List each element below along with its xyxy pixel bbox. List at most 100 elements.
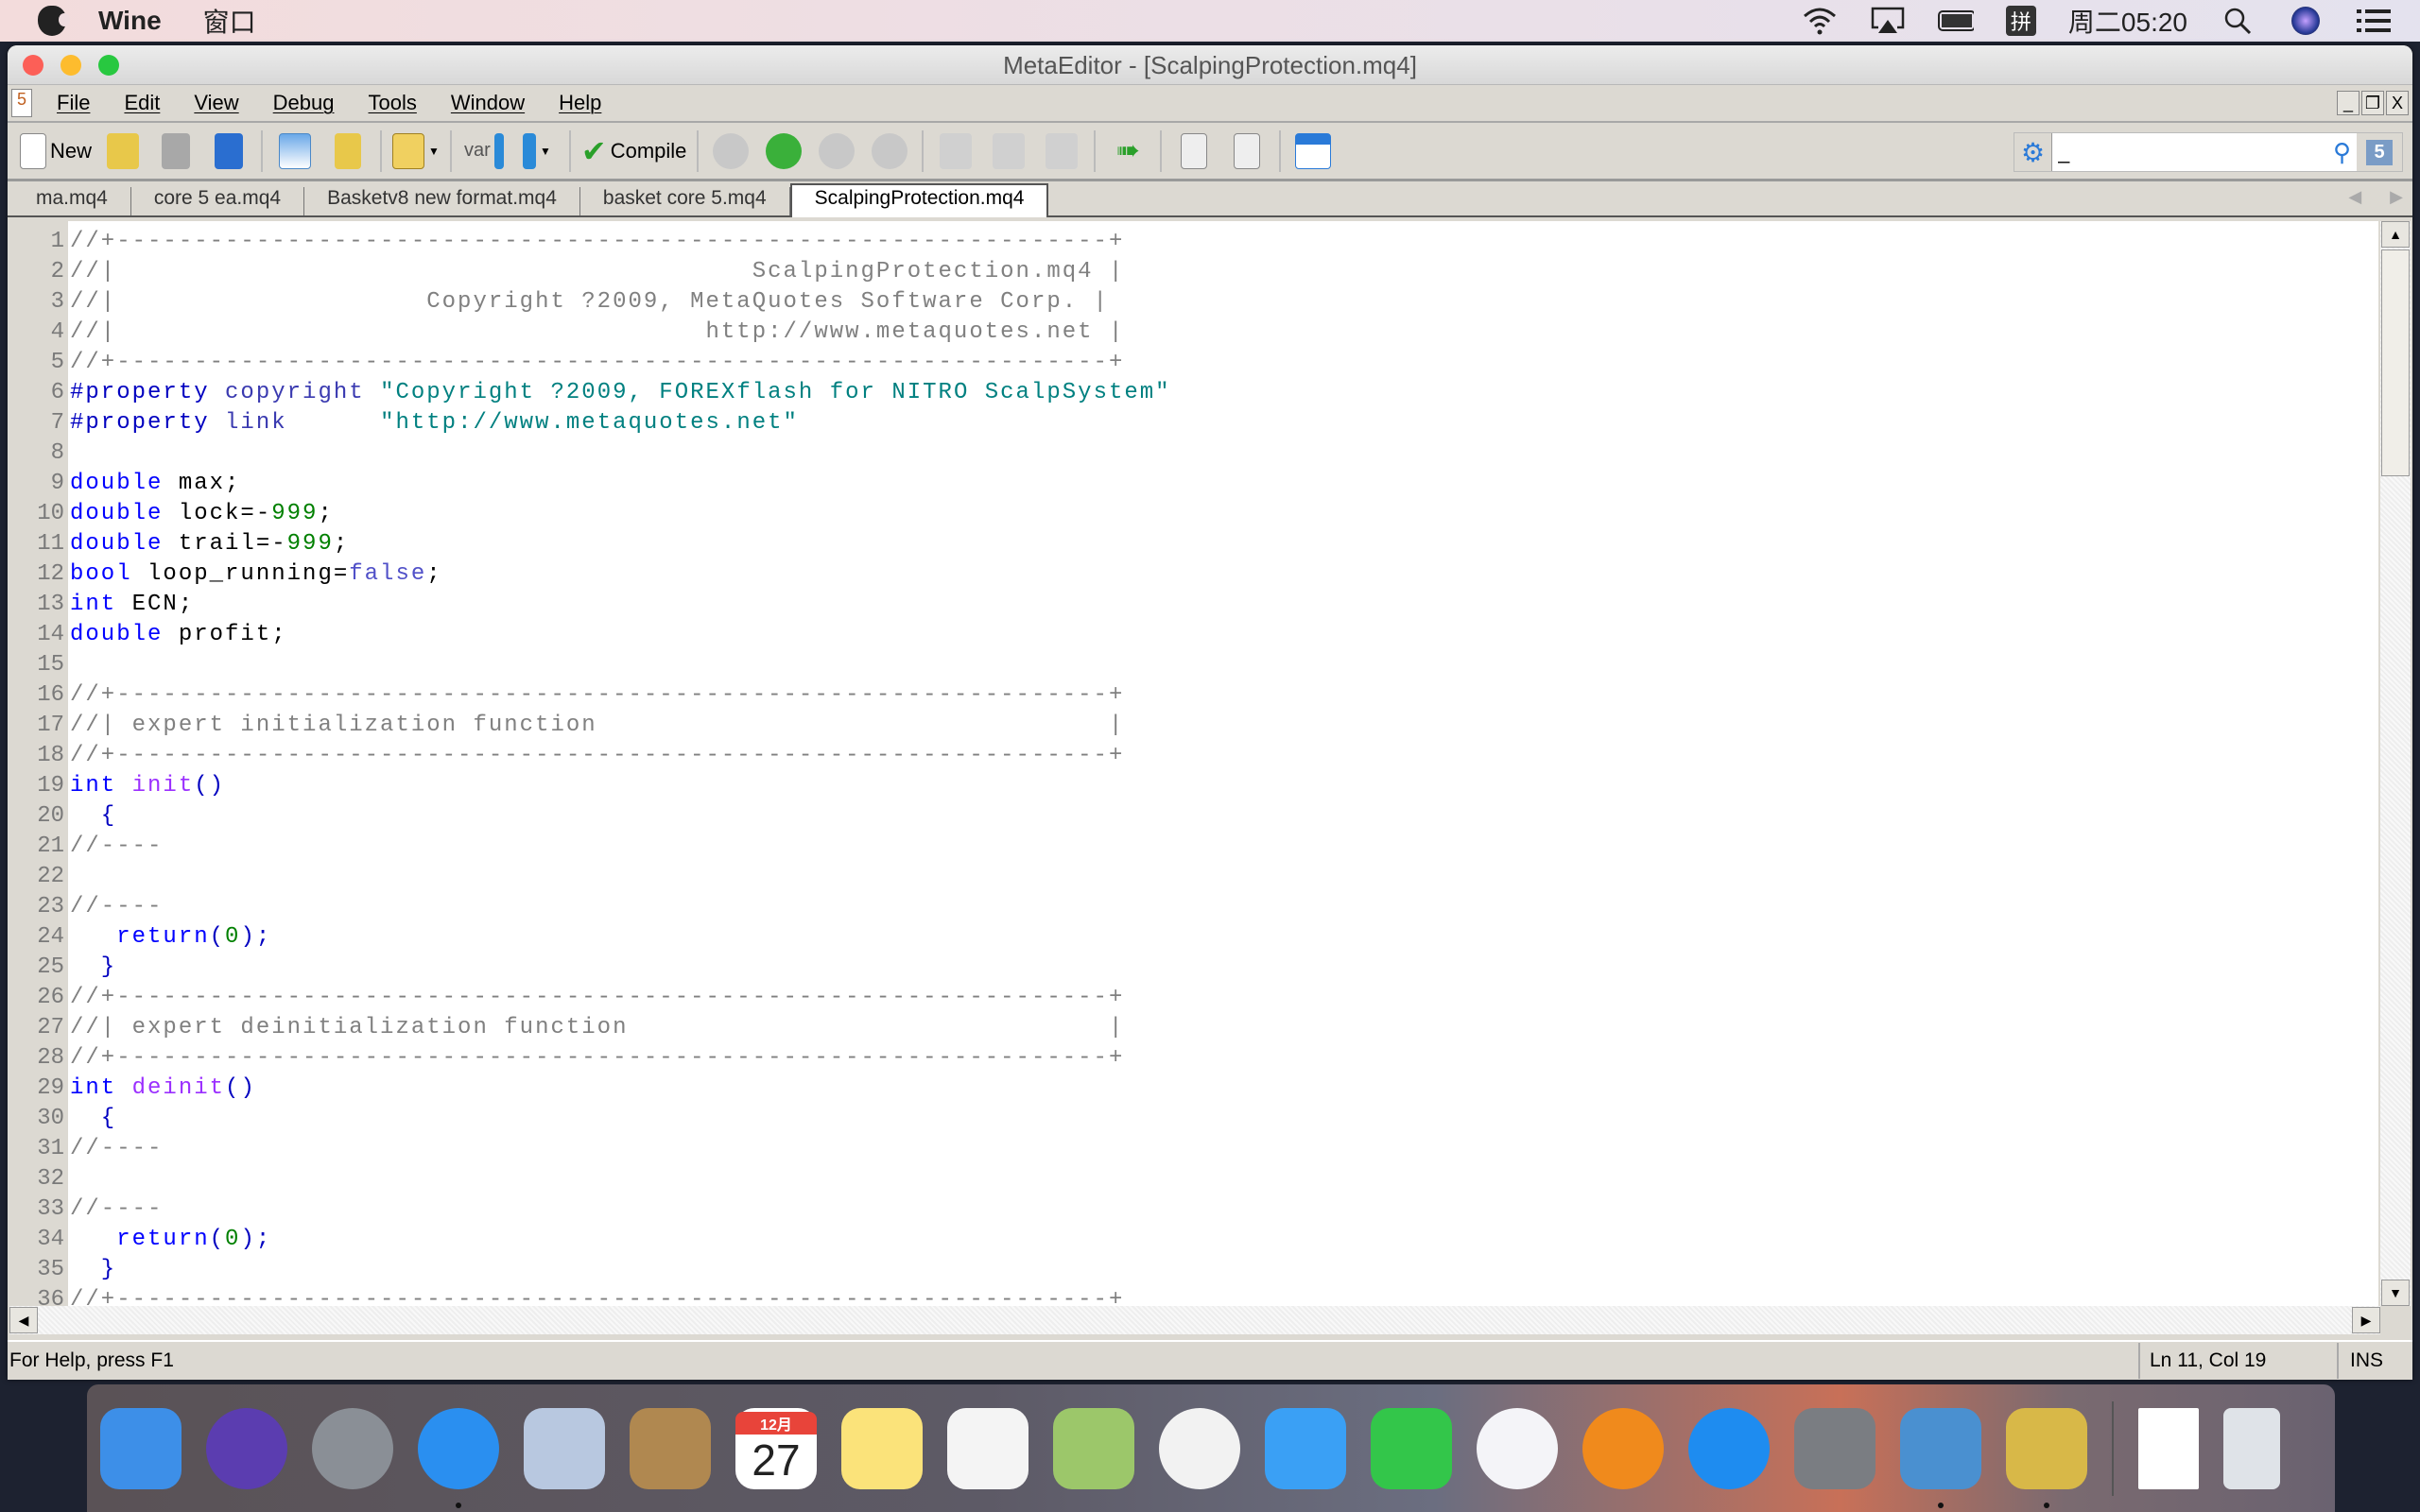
code-line[interactable]: 31//----: [9, 1134, 1171, 1164]
code-line[interactable]: 25 }: [9, 953, 1171, 983]
mql5-badge[interactable]: 5: [2357, 133, 2402, 171]
menu-view[interactable]: View: [177, 91, 255, 115]
code-line[interactable]: 3//| Copyright ?2009, MetaQuotes Softwar…: [9, 287, 1171, 318]
code-line[interactable]: 24 return(0);: [9, 922, 1171, 953]
find-in-files-button[interactable]: [1225, 129, 1269, 173]
insert-function-button[interactable]: ▼: [515, 129, 559, 173]
code-line[interactable]: 8: [9, 438, 1171, 469]
code-line[interactable]: 15: [9, 650, 1171, 680]
code-line[interactable]: 1//+------------------------------------…: [9, 227, 1171, 257]
new-button[interactable]: New: [20, 129, 92, 173]
reminders-icon[interactable]: [947, 1407, 1028, 1489]
code-line[interactable]: 4//| http://www.metaquotes.net |: [9, 318, 1171, 348]
calendar-icon[interactable]: 12月 27: [735, 1407, 817, 1489]
step-over-button[interactable]: [987, 129, 1030, 173]
save-button[interactable]: [154, 129, 198, 173]
wine-app-icon[interactable]: [2006, 1407, 2087, 1508]
itunes-icon[interactable]: [1477, 1407, 1558, 1489]
apple-icon[interactable]: [38, 6, 70, 36]
code-line[interactable]: 36 //+-----------------------------------…: [9, 1285, 1171, 1306]
scroll-down-button[interactable]: ▼: [2381, 1280, 2410, 1306]
search-input[interactable]: [2052, 140, 2333, 164]
menu-edit[interactable]: Edit: [107, 91, 177, 115]
code-line[interactable]: 7 #property link "http://www.metaquotes.n…: [9, 408, 1171, 438]
horizontal-scrollbar[interactable]: ◀ ▶: [9, 1306, 2380, 1334]
dropdown-icon[interactable]: ▼: [428, 145, 440, 158]
tab-core-5-ea-mq4[interactable]: core 5 ea.mq4: [131, 187, 305, 215]
code-line[interactable]: 28//+-----------------------------------…: [9, 1043, 1171, 1074]
code-line[interactable]: 5//+------------------------------------…: [9, 348, 1171, 378]
code-line[interactable]: 34 return(0);: [9, 1225, 1171, 1255]
search-icon[interactable]: ⚲: [2333, 138, 2351, 167]
tab-scroll-arrows[interactable]: ◀ ▶: [2348, 187, 2403, 207]
menu-debug[interactable]: Debug: [256, 91, 352, 115]
code-line[interactable]: 26//+-----------------------------------…: [9, 983, 1171, 1013]
metatrader-icon[interactable]: [1900, 1407, 1981, 1508]
compile-button[interactable]: ✔ Compile: [581, 129, 687, 173]
menu-help[interactable]: Help: [542, 91, 618, 115]
code-line[interactable]: 17//| expert initialization function |: [9, 711, 1171, 741]
notes-icon[interactable]: [841, 1407, 923, 1489]
code-line[interactable]: 30 {: [9, 1104, 1171, 1134]
siri-icon[interactable]: [2288, 7, 2324, 35]
code-line[interactable]: 18//+-----------------------------------…: [9, 741, 1171, 771]
menu-window[interactable]: Window: [434, 91, 542, 115]
edit-button[interactable]: ▼: [392, 129, 440, 173]
code-line[interactable]: 32: [9, 1164, 1171, 1194]
launchpad-icon[interactable]: [312, 1407, 393, 1489]
tab-basketv8-new-format-mq4[interactable]: Basketv8 new format.mq4: [304, 187, 580, 215]
chevron-right-icon[interactable]: ▶: [2390, 187, 2403, 207]
insert-variable-button[interactable]: var: [462, 129, 506, 173]
clock[interactable]: 周二05:20: [2068, 2, 2187, 40]
menu-tools[interactable]: Tools: [352, 91, 434, 115]
scroll-thumb[interactable]: [2381, 249, 2410, 476]
code-line[interactable]: 14 double profit;: [9, 620, 1171, 650]
code-line[interactable]: 11 double trail=-999;: [9, 529, 1171, 559]
dropdown-icon[interactable]: ▼: [540, 145, 551, 158]
code-line[interactable]: 27//| expert deinitialization function |: [9, 1013, 1171, 1043]
code-line[interactable]: 35 }: [9, 1255, 1171, 1285]
code-line[interactable]: 29 int deinit(): [9, 1074, 1171, 1104]
vertical-scrollbar[interactable]: ▲ ▼: [2380, 221, 2411, 1306]
app-store-icon[interactable]: [1688, 1407, 1770, 1489]
contacts-icon[interactable]: [630, 1407, 711, 1489]
battery-icon[interactable]: [1937, 7, 1974, 35]
open-button[interactable]: [101, 129, 145, 173]
code-line[interactable]: 10 double lock=-999;: [9, 499, 1171, 529]
siri-icon[interactable]: [206, 1407, 287, 1489]
code-line[interactable]: 6 #property copyright "Copyright ?2009, F…: [9, 378, 1171, 408]
toolbox-button[interactable]: [326, 129, 370, 173]
save-all-button[interactable]: [207, 129, 251, 173]
code-line[interactable]: 33//----: [9, 1194, 1171, 1225]
input-method-icon[interactable]: 拼: [2005, 6, 2036, 36]
window-menu[interactable]: 窗口: [203, 2, 256, 40]
code-line[interactable]: 20 {: [9, 801, 1171, 832]
code-line[interactable]: 12 bool loop_running=false;: [9, 559, 1171, 590]
step-into-button[interactable]: [934, 129, 977, 173]
chevron-left-icon[interactable]: ◀: [2348, 187, 2361, 207]
code-line[interactable]: 2//| ScalpingProtection.mq4 |: [9, 257, 1171, 287]
wifi-icon[interactable]: [1802, 7, 1838, 35]
document-icon[interactable]: [2138, 1407, 2199, 1489]
copy-button[interactable]: [1172, 129, 1216, 173]
mdi-close-button[interactable]: X: [2386, 91, 2409, 115]
trash-icon[interactable]: [2223, 1407, 2280, 1489]
spotlight-search-icon[interactable]: [2220, 7, 2256, 35]
ibooks-icon[interactable]: [1582, 1407, 1664, 1489]
terminal-button[interactable]: [1291, 129, 1335, 173]
safari-icon[interactable]: [418, 1407, 499, 1508]
tab-ma-mq4[interactable]: ma.mq4: [13, 187, 131, 215]
code-line[interactable]: 23//----: [9, 892, 1171, 922]
code-editor[interactable]: 1//+------------------------------------…: [9, 221, 2378, 1306]
app-menu[interactable]: Wine: [98, 6, 162, 36]
document-icon[interactable]: 5: [11, 89, 32, 117]
tab-scalpingprotection-mq4[interactable]: ScalpingProtection.mq4: [789, 183, 1049, 217]
stop-button[interactable]: [868, 129, 911, 173]
code-line[interactable]: 13 int ECN;: [9, 590, 1171, 620]
code-lines[interactable]: 1//+------------------------------------…: [9, 227, 1171, 1306]
notification-center-icon[interactable]: [2356, 7, 2392, 35]
code-line[interactable]: 9 double max;: [9, 469, 1171, 499]
photos-icon[interactable]: [1159, 1407, 1240, 1489]
scroll-left-button[interactable]: ◀: [9, 1307, 38, 1333]
mail-icon[interactable]: [524, 1407, 605, 1489]
